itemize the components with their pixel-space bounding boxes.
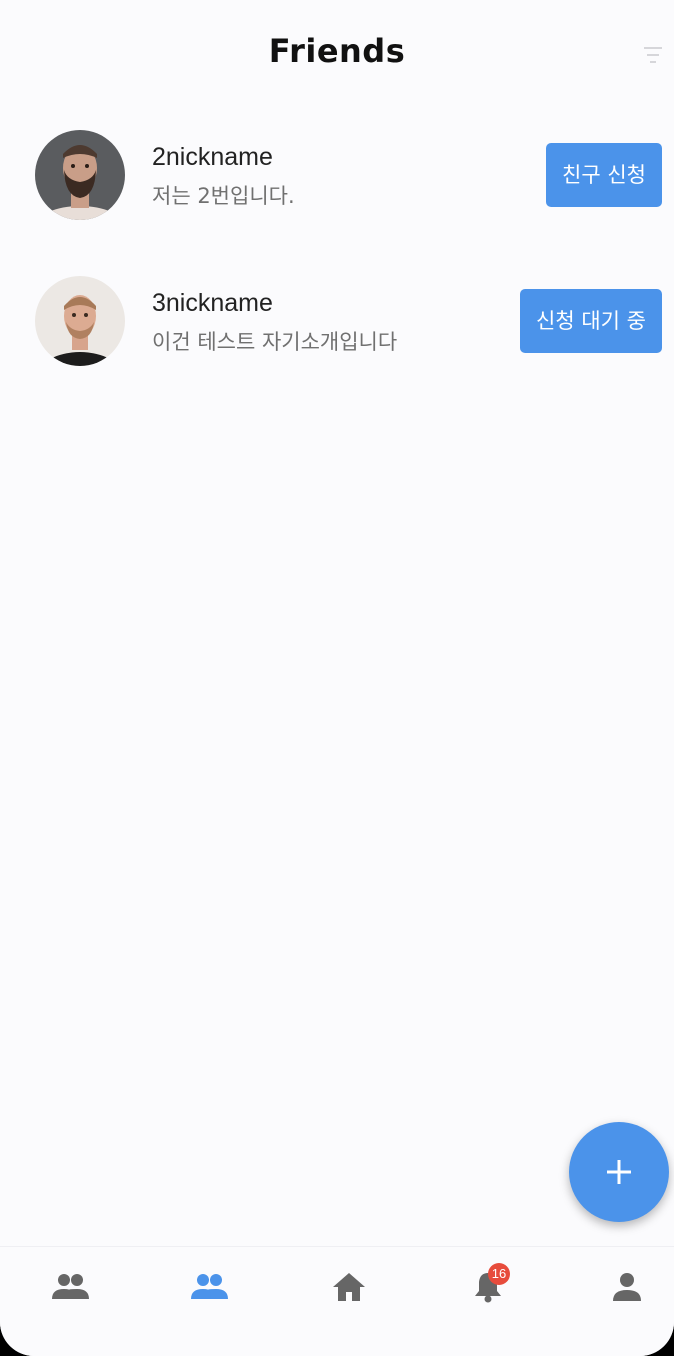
person-icon [613,1273,641,1301]
people-icon [52,1274,89,1299]
friends-screen: Friends 2nickname 저는 2번입니다. 친구 신청 3nickn… [0,0,674,1356]
people-icon [191,1274,228,1299]
add-friend-button[interactable] [569,1122,669,1222]
friend-bio: 이건 테스트 자기소개입니다 [152,330,398,354]
bottom-nav: 16 [0,1246,674,1356]
nav-profile[interactable] [597,1267,657,1307]
friend-nickname: 2nickname [152,143,273,171]
filter-icon[interactable] [642,44,664,66]
app-header: Friends [0,0,674,108]
friend-row[interactable]: 2nickname 저는 2번입니다. 친구 신청 [0,130,674,230]
friend-request-button[interactable]: 친구 신청 [546,143,662,207]
page-title: Friends [268,32,406,70]
avatar[interactable] [35,130,125,220]
friend-bio: 저는 2번입니다. [152,184,295,208]
nav-home[interactable] [319,1267,379,1307]
friend-row[interactable]: 3nickname 이건 테스트 자기소개입니다 신청 대기 중 [0,276,674,376]
nav-notifications[interactable]: 16 [458,1263,518,1307]
home-icon [333,1273,365,1301]
notification-badge: 16 [488,1263,510,1285]
nav-friends-active[interactable] [179,1267,239,1307]
friend-nickname: 3nickname [152,289,273,317]
plus-icon [607,1160,631,1184]
avatar[interactable] [35,276,125,366]
pending-request-button[interactable]: 신청 대기 중 [520,289,662,353]
nav-friends[interactable] [40,1267,100,1307]
